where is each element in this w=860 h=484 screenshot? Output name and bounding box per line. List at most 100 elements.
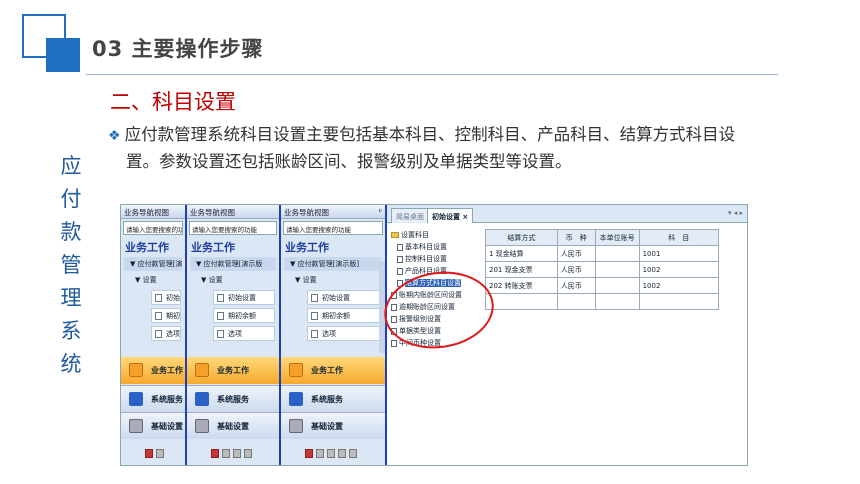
table-cell[interactable] [594, 261, 640, 278]
menu-item[interactable]: 期初余 [151, 308, 181, 323]
table-cell[interactable] [638, 293, 720, 310]
vertical-title-char: 应 [60, 154, 82, 178]
toolbar-icon[interactable] [338, 449, 346, 458]
table-cell[interactable]: 1 现金结算 [485, 245, 558, 262]
search-input[interactable]: 请输入您要搜索的功 [123, 221, 183, 235]
menu-item[interactable]: 选项 [151, 326, 181, 341]
table-row[interactable]: 201 现金支票 人民币 1002 [485, 261, 720, 278]
document-icon [155, 312, 162, 320]
menu-item[interactable]: 初始设置 [213, 290, 275, 305]
system-icon [129, 392, 143, 406]
table-cell[interactable]: 1002 [638, 261, 720, 278]
table-cell[interactable]: 201 现金支票 [485, 261, 558, 278]
tree-item[interactable]: 控制科目设置 [391, 253, 481, 265]
nav-business-button[interactable]: 业务工作 [281, 357, 385, 384]
nav-business-button[interactable]: 业务工作 [121, 357, 185, 384]
slide: 03 主要操作步骤 应 付 款 管 理 系 统 二、科目设置 ❖ 应付款管理系统科… [0, 0, 860, 484]
column-header[interactable]: 结算方式 [485, 229, 558, 246]
toolbar-icon[interactable] [316, 449, 324, 458]
toolbar-icon[interactable] [156, 449, 164, 458]
nav-panel-3: 业务导航视图 ᵖ 请输入您要搜索的功能 业务工作 ▼ 应付款管理[演示版] ▼ … [281, 205, 387, 465]
document-icon [217, 330, 224, 338]
column-header[interactable]: 本单位账号 [594, 229, 640, 246]
table-cell[interactable]: 202 转账支票 [485, 277, 558, 294]
table-cell[interactable] [485, 293, 558, 310]
panel-heading: 业务工作 [191, 241, 235, 254]
document-icon [217, 312, 224, 320]
table-cell[interactable]: 人民币 [556, 277, 596, 294]
table-cell[interactable] [594, 245, 640, 262]
panel-title: 业务导航视图 [121, 205, 185, 219]
settings-icon [195, 419, 209, 433]
diamond-bullet-icon: ❖ [108, 128, 121, 144]
group-item[interactable]: ▼ 应付款管理[演 [124, 257, 182, 271]
document-icon [155, 294, 162, 302]
toolbar-icon[interactable] [349, 449, 357, 458]
table-cell[interactable]: 人民币 [556, 261, 596, 278]
toolbar-icon[interactable] [145, 449, 153, 458]
tree-root[interactable]: 设置科目 [391, 229, 481, 241]
vertical-title-char: 理 [60, 286, 82, 310]
table-cell[interactable] [556, 293, 596, 310]
system-icon [195, 392, 209, 406]
table-row[interactable]: 1 现金结算 人民币 1001 [485, 245, 720, 262]
menu-item[interactable]: 选项 [307, 326, 381, 341]
pin-icon[interactable]: ᵖ [379, 207, 382, 216]
search-input[interactable]: 请输入您要搜索的功能 [283, 221, 383, 235]
document-icon [397, 267, 403, 275]
business-icon [195, 363, 209, 377]
table-row[interactable] [485, 293, 720, 310]
document-icon [311, 294, 318, 302]
search-input[interactable]: 请输入您要搜索的功能 [189, 221, 277, 235]
column-header[interactable]: 币 种 [556, 229, 596, 246]
vertical-title-char: 管 [60, 253, 82, 277]
table-row[interactable]: 202 转账支票 人民币 1002 [485, 277, 720, 294]
sub-group-item[interactable]: ▼ 设置 [281, 273, 385, 287]
panel-heading: 业务工作 [285, 241, 329, 254]
menu-item[interactable]: 期初余额 [213, 308, 275, 323]
document-icon [155, 330, 162, 338]
panel-title: 业务导航视图 [187, 205, 279, 219]
nav-basic-button[interactable]: 基础设置 [187, 412, 279, 439]
toolbar-strip [187, 443, 279, 465]
vertical-title-char: 付 [60, 187, 82, 211]
nav-system-button[interactable]: 系统服务 [187, 385, 279, 412]
toolbar-icon[interactable] [327, 449, 335, 458]
tab-simple-desktop[interactable]: 简易桌面 [391, 208, 429, 223]
document-icon [397, 255, 403, 263]
tab-initial-settings[interactable]: 初始设置 × [427, 208, 474, 223]
document-icon [391, 339, 397, 347]
nav-system-button[interactable]: 系统服务 [281, 385, 385, 412]
menu-item[interactable]: 期初余额 [307, 308, 381, 323]
menu-item[interactable]: 初始设置 [307, 290, 381, 305]
header-divider [86, 74, 778, 75]
toolbar-icon[interactable] [211, 449, 219, 458]
tab-controls[interactable]: ▾ ◂ ▸ [728, 209, 743, 217]
toolbar-icon[interactable] [305, 449, 313, 458]
business-icon [289, 363, 303, 377]
toolbar-icon[interactable] [244, 449, 252, 458]
panel-title: 业务导航视图 [281, 205, 385, 219]
system-icon [289, 392, 303, 406]
tree-item[interactable]: 基本科目设置 [391, 241, 481, 253]
nav-basic-button[interactable]: 基础设置 [281, 412, 385, 439]
toolbar-icon[interactable] [233, 449, 241, 458]
nav-basic-button[interactable]: 基础设置 [121, 412, 185, 439]
menu-item[interactable]: 初始设 [151, 290, 181, 305]
table-cell[interactable]: 1001 [638, 245, 720, 262]
group-item[interactable]: ▼ 应付款管理[演示版 [190, 257, 276, 271]
nav-system-button[interactable]: 系统服务 [121, 385, 185, 412]
vertical-title-char: 系 [60, 319, 82, 343]
column-header[interactable]: 科 目 [638, 229, 720, 246]
nav-business-button[interactable]: 业务工作 [187, 357, 279, 384]
table-cell[interactable] [594, 293, 640, 310]
sub-group-item[interactable]: ▼ 设置 [121, 273, 185, 287]
header-decoration-fill [46, 38, 80, 72]
group-item[interactable]: ▼ 应付款管理[演示版] [284, 257, 382, 271]
sub-group-item[interactable]: ▼ 设置 [187, 273, 279, 287]
table-cell[interactable]: 1002 [638, 277, 720, 294]
menu-item[interactable]: 选项 [213, 326, 275, 341]
table-cell[interactable] [594, 277, 640, 294]
toolbar-icon[interactable] [222, 449, 230, 458]
table-cell[interactable]: 人民币 [556, 245, 596, 262]
